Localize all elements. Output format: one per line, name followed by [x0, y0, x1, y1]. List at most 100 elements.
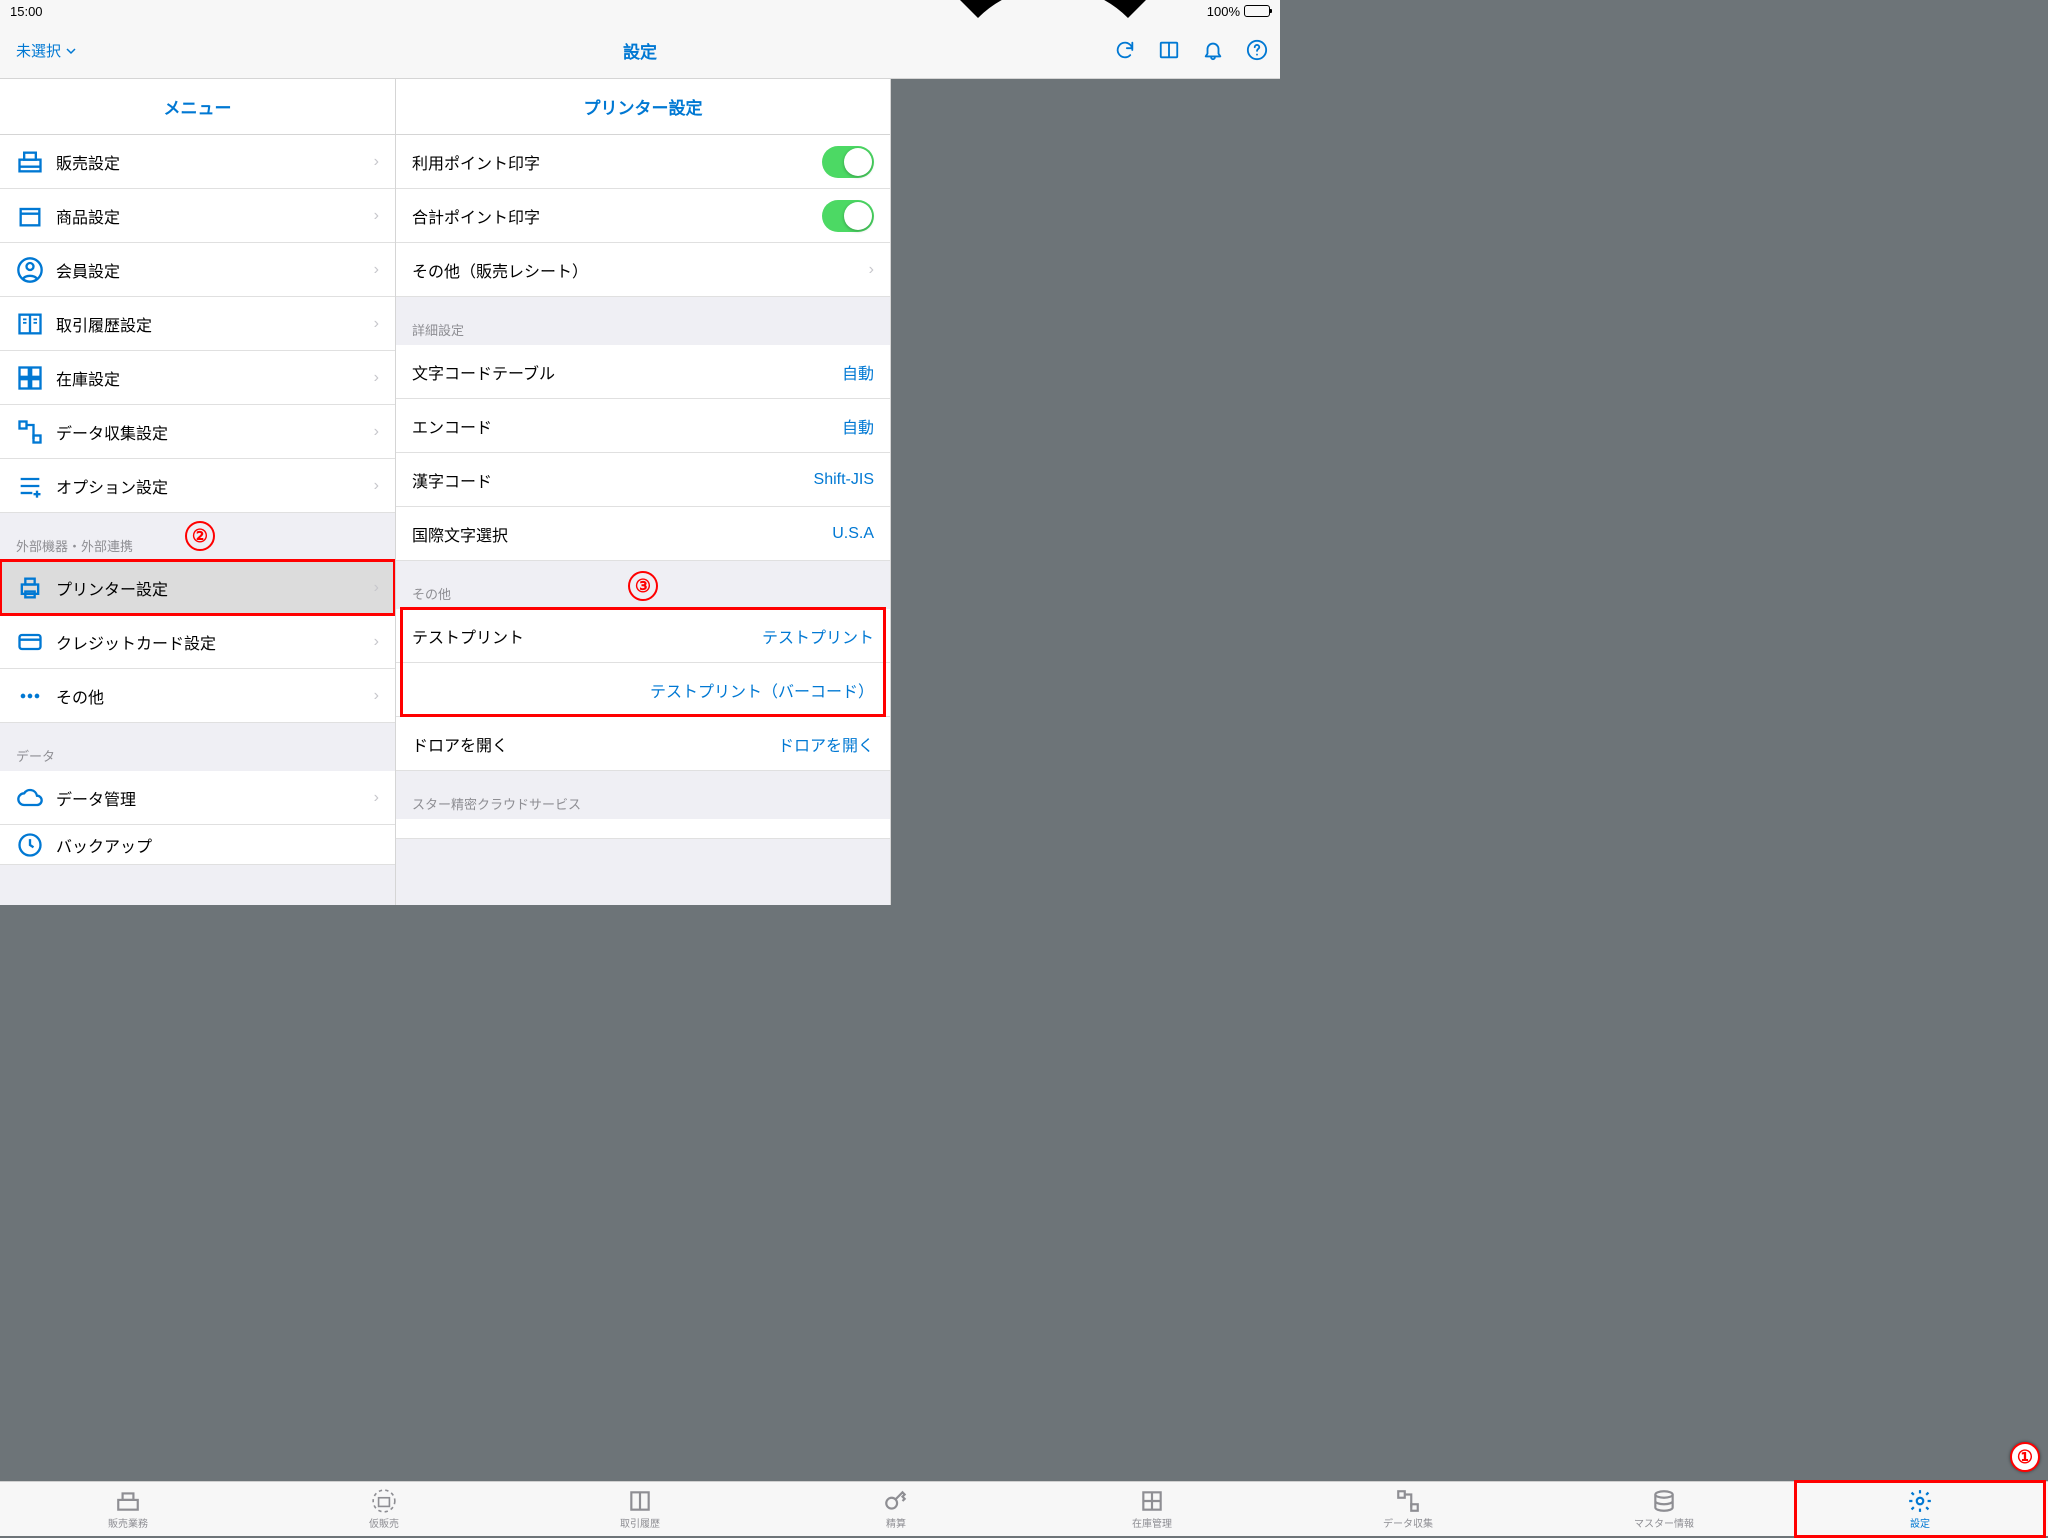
setting-open-drawer[interactable]: ドロアを開く ドロアを開く — [396, 717, 890, 771]
tab-history[interactable]: 取引履歴 — [512, 1482, 768, 1536]
battery-icon — [1244, 5, 1270, 17]
grid-icon — [16, 364, 44, 392]
section-header-other: その他 ③ — [396, 561, 890, 609]
setting-label: 漢字コード — [412, 468, 492, 492]
menu-item-data-collect-settings[interactable]: データ収集設定 › — [0, 405, 395, 459]
flow-icon — [16, 418, 44, 446]
top-nav: 未選択 設定 — [0, 22, 1280, 79]
tab-label: データ収集 — [1383, 1515, 1433, 1530]
printer-icon — [16, 574, 44, 602]
refresh-icon[interactable] — [1114, 39, 1136, 61]
book-icon — [627, 1488, 653, 1514]
status-time: 15:00 — [10, 4, 43, 19]
tab-label: 販売業務 — [108, 1515, 148, 1530]
setting-test-print[interactable]: テストプリント テストプリント — [396, 609, 890, 663]
box-icon — [16, 202, 44, 230]
register-dashed-icon — [371, 1488, 397, 1514]
setting-other-receipt[interactable]: その他（販売レシート） › — [396, 243, 890, 297]
setting-value[interactable]: テストプリント（バーコード） — [650, 678, 874, 702]
menu-item-credit-card-settings[interactable]: クレジットカード設定 › — [0, 615, 395, 669]
menu-item-label: 取引履歴設定 — [56, 312, 152, 336]
key-icon — [883, 1488, 909, 1514]
setting-label: 利用ポイント印字 — [412, 150, 540, 174]
tab-label: 精算 — [886, 1515, 906, 1530]
chevron-right-icon: › — [374, 261, 379, 279]
setting-total-point-print[interactable]: 合計ポイント印字 — [396, 189, 890, 243]
empty-column — [891, 79, 1280, 905]
annotation-3: ③ — [628, 571, 658, 601]
register-icon — [16, 148, 44, 176]
nav-left-label: 未選択 — [16, 40, 61, 61]
setting-label: その他（販売レシート） — [412, 258, 588, 282]
setting-intl-char[interactable]: 国際文字選択 U.S.A — [396, 507, 890, 561]
tab-label: 取引履歴 — [620, 1515, 660, 1530]
tab-label: 仮販売 — [369, 1515, 399, 1530]
menu-item-sales-settings[interactable]: 販売設定 › — [0, 135, 395, 189]
menu-item-option-settings[interactable]: オプション設定 › — [0, 459, 395, 513]
menu-item-backup[interactable]: バックアップ — [0, 825, 395, 865]
setting-value: Shift-JIS — [814, 471, 874, 489]
setting-label: 文字コードテーブル — [412, 360, 555, 384]
setting-cloud-row[interactable] — [396, 819, 890, 839]
chevron-right-icon: › — [374, 477, 379, 495]
drawer-icon — [1139, 1488, 1165, 1514]
setting-kanji-code[interactable]: 漢字コード Shift-JIS — [396, 453, 890, 507]
book-icon — [16, 310, 44, 338]
user-icon — [16, 256, 44, 284]
toggle-on[interactable] — [822, 200, 874, 232]
menu-item-label: クレジットカード設定 — [56, 630, 216, 654]
tab-data-collect[interactable]: データ収集 — [1280, 1482, 1536, 1536]
menu-column: メニュー 販売設定 › 商品設定 › 会員設定 › 取引履歴設定 › 在庫設定 … — [0, 79, 396, 905]
menu-header: メニュー — [0, 79, 395, 135]
bell-icon[interactable] — [1202, 39, 1224, 61]
dots-icon — [16, 682, 44, 710]
chevron-right-icon: › — [374, 423, 379, 441]
tab-settings[interactable]: 設定 ① — [1792, 1482, 2048, 1536]
menu-item-data-manage[interactable]: データ管理 › — [0, 771, 395, 825]
menu-item-stock-settings[interactable]: 在庫設定 › — [0, 351, 395, 405]
annotation-1: ① — [2010, 1442, 2040, 1472]
chevron-right-icon: › — [374, 789, 379, 807]
menu-item-label: 販売設定 — [56, 150, 120, 174]
menu-item-label: オプション設定 — [56, 474, 168, 498]
database-icon — [1651, 1488, 1677, 1514]
menu-item-member-settings[interactable]: 会員設定 › — [0, 243, 395, 297]
section-header-data: データ — [0, 723, 395, 771]
card-icon — [16, 628, 44, 656]
bottom-tabbar: 販売業務 仮販売 取引履歴 精算 在庫管理 データ収集 マスター情報 設定 ① — [0, 1481, 2048, 1536]
setting-value: 自動 — [842, 360, 874, 384]
menu-item-printer-settings[interactable]: プリンター設定 › — [0, 561, 395, 615]
section-header-detail: 詳細設定 — [396, 297, 890, 345]
setting-label: 合計ポイント印字 — [412, 204, 540, 228]
toggle-on[interactable] — [822, 146, 874, 178]
nav-left-selector[interactable]: 未選択 — [16, 40, 77, 61]
setting-label: エンコード — [412, 414, 492, 438]
menu-item-product-settings[interactable]: 商品設定 › — [0, 189, 395, 243]
setting-value: 自動 — [842, 414, 874, 438]
setting-value[interactable]: テストプリント — [762, 624, 874, 648]
help-icon[interactable] — [1246, 39, 1268, 61]
setting-value: U.S.A — [832, 525, 874, 543]
menu-item-history-settings[interactable]: 取引履歴設定 › — [0, 297, 395, 351]
tab-inventory[interactable]: 在庫管理 — [1024, 1482, 1280, 1536]
flow-icon — [1395, 1488, 1421, 1514]
chevron-right-icon: › — [374, 579, 379, 597]
chevron-right-icon: › — [869, 261, 874, 279]
tab-temp-sales[interactable]: 仮販売 — [256, 1482, 512, 1536]
page-title: 設定 — [623, 38, 657, 63]
panels-icon[interactable] — [1158, 39, 1180, 61]
setting-test-print-barcode[interactable]: テストプリント（バーコード） — [396, 663, 890, 717]
setting-value[interactable]: ドロアを開く — [778, 732, 874, 756]
chevron-right-icon: › — [374, 207, 379, 225]
setting-use-point-print[interactable]: 利用ポイント印字 — [396, 135, 890, 189]
tab-sales[interactable]: 販売業務 — [0, 1482, 256, 1536]
chevron-right-icon: › — [374, 153, 379, 171]
tab-checkout[interactable]: 精算 — [768, 1482, 1024, 1536]
setting-label: 国際文字選択 — [412, 522, 508, 546]
setting-encode[interactable]: エンコード 自動 — [396, 399, 890, 453]
setting-char-code-table[interactable]: 文字コードテーブル 自動 — [396, 345, 890, 399]
tab-master[interactable]: マスター情報 — [1536, 1482, 1792, 1536]
setting-label: ドロアを開く — [412, 732, 508, 756]
menu-item-other-external[interactable]: その他 › — [0, 669, 395, 723]
detail-column: プリンター設定 利用ポイント印字 合計ポイント印字 その他（販売レシート） › … — [396, 79, 891, 905]
